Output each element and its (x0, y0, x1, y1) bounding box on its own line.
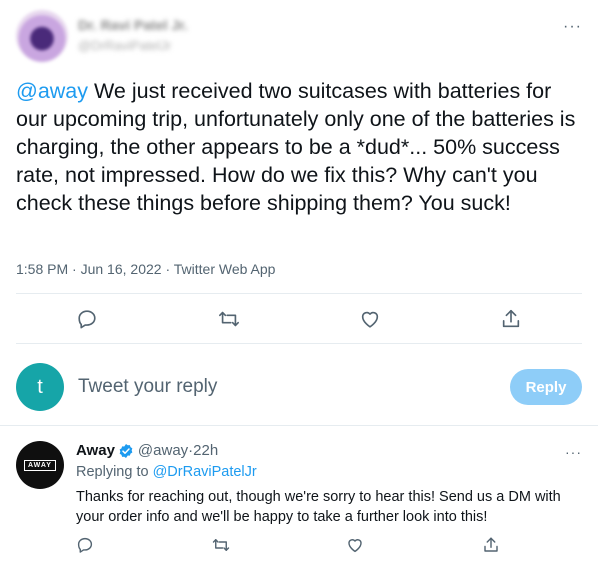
divider (16, 343, 582, 344)
tweet-actions (0, 304, 598, 338)
heart-icon[interactable] (359, 308, 383, 332)
reply-header: Away @away · 22h (76, 442, 218, 459)
more-options-icon[interactable]: ··· (563, 18, 582, 36)
reply-author-handle[interactable]: @away (138, 442, 188, 459)
tweet-time[interactable]: 1:58 PM (16, 261, 68, 277)
comment-icon[interactable] (76, 308, 100, 332)
retweet-icon[interactable] (218, 308, 242, 332)
reply-actions (16, 536, 582, 560)
tweet-meta: 1:58 PM · Jun 16, 2022 · Twitter Web App (16, 261, 275, 277)
tweet-text: @away We just received two suitcases wit… (16, 77, 582, 217)
reply-tweet[interactable]: AWAY Away @away · 22h ··· Replying to @D… (16, 438, 582, 578)
share-icon[interactable] (500, 308, 524, 332)
reply-input[interactable]: Tweet your reply (78, 376, 217, 398)
retweet-icon[interactable] (212, 536, 232, 556)
mention-link[interactable]: @away (16, 79, 88, 103)
replying-to-link[interactable]: @DrRaviPatelJr (153, 464, 257, 480)
heart-icon[interactable] (346, 536, 366, 556)
tweet-header: Dr. Ravi Patel Jr. @DrRaviPatelJr ··· (16, 10, 582, 66)
reply-text: Thanks for reaching out, though we're so… (76, 489, 561, 525)
away-logo: AWAY (24, 459, 56, 471)
meta-separator: · (161, 261, 174, 277)
reply-button[interactable]: Reply (510, 369, 582, 405)
share-icon[interactable] (482, 536, 502, 556)
tweet-body: We just received two suitcases with batt… (16, 79, 576, 215)
reply-more-options-icon[interactable]: ··· (565, 444, 582, 460)
replying-to: Replying to @DrRaviPatelJr (76, 464, 257, 480)
comment-icon[interactable] (76, 536, 96, 556)
meta-separator: · (68, 261, 81, 277)
divider (0, 425, 598, 426)
tweet-source[interactable]: Twitter Web App (174, 261, 276, 277)
author-handle[interactable]: @DrRaviPatelJr (78, 38, 171, 53)
replying-prefix: Replying to (76, 464, 153, 480)
tweet-date[interactable]: Jun 16, 2022 (81, 261, 162, 277)
author-name[interactable]: Dr. Ravi Patel Jr. (78, 17, 188, 33)
reply-composer: t Tweet your reply Reply (16, 360, 582, 416)
divider (16, 293, 582, 294)
user-avatar[interactable]: t (16, 363, 64, 411)
away-avatar[interactable]: AWAY (16, 441, 64, 489)
reply-age[interactable]: 22h (193, 442, 218, 459)
reply-author-name[interactable]: Away (76, 442, 115, 459)
verified-badge-icon (118, 443, 134, 459)
author-avatar[interactable] (16, 10, 68, 62)
